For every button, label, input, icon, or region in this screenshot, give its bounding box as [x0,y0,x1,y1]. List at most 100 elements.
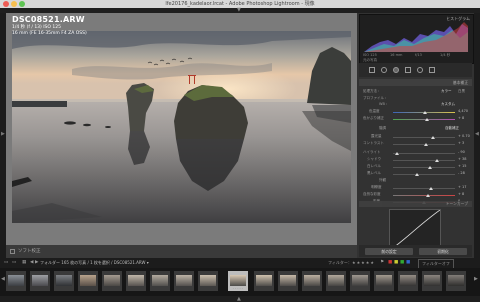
filmstrip-thumbnail[interactable] [126,271,146,291]
color-label-red[interactable]: ■ [388,259,392,267]
filmstrip[interactable]: ◀ ▶ ••••• [0,268,480,296]
filmstrip-thumbnail[interactable] [150,271,170,291]
wb-value[interactable]: カスタム [441,102,455,107]
screen-2-icon[interactable]: ▭ [12,259,16,267]
histogram-graph [364,22,468,52]
grid-view-icon[interactable]: ▦ [22,259,26,267]
chevron-right-icon: ▶ [1,131,5,137]
clarity-value[interactable]: + 17 [458,185,467,189]
filter-label: フィルター： [328,260,352,265]
toolbar: ソフト校正 [6,245,357,258]
shadows-slider[interactable] [393,160,455,161]
spot-removal-tool-icon[interactable] [381,67,387,73]
tone-auto-button[interactable]: 自動補正 [445,126,459,131]
filmstrip-thumbnail[interactable] [54,271,74,291]
exposure-slider[interactable] [393,137,455,138]
shadows-value[interactable]: + 38 [458,157,467,161]
contrast-label: コントラスト [363,141,384,145]
develop-right-panel: ヒストグラム ISO 125 16 mm f/13 1/4 秒 元の写真 基本補… [357,13,474,258]
filmstrip-thumbnail[interactable] [198,271,218,291]
filmstrip-thumbnail-selected[interactable]: ••••• [228,271,248,291]
reset-button[interactable]: 初期化 [419,248,467,255]
chevron-up-icon: ▲ [237,296,241,302]
radial-filter-tool-icon[interactable] [417,67,423,73]
tint-label: 色かぶり補正 [363,116,384,120]
nav-back-icon[interactable]: ◀ [30,259,33,267]
tint-value[interactable]: + 8 [458,116,464,120]
main-photo[interactable] [12,31,351,223]
whites-slider[interactable] [393,167,455,168]
histogram[interactable]: ヒストグラム ISO 125 16 mm f/13 1/4 秒 元の写真 [359,14,474,64]
exposure-label: 露光量 [371,134,382,138]
tint-slider[interactable] [393,119,455,120]
filmstrip-thumbnail[interactable] [254,271,274,291]
tone-curve-title: トーンカーブ [445,201,468,206]
treatment-bw-option[interactable]: 白黒 [458,89,465,94]
tone-curve-line [390,210,440,250]
color-label-green[interactable]: ■ [400,259,404,267]
filmstrip-thumbnail[interactable] [174,271,194,291]
whites-value[interactable]: + 15 [458,164,467,168]
treatment-label: 処理方法 : [363,89,380,93]
flag-filter-icon[interactable]: ⚑ [380,259,384,267]
blacks-slider[interactable] [393,174,455,175]
filmstrip-thumbnail[interactable] [78,271,98,291]
soft-proof-checkbox[interactable] [10,249,15,254]
exposure-value[interactable]: + 0.70 [458,134,470,138]
graduated-filter-tool-icon[interactable] [405,67,411,73]
filmstrip-scroll-left-icon[interactable]: ◀ [1,276,5,282]
adjustment-brush-tool-icon[interactable] [429,67,435,73]
filmstrip-thumbnail[interactable] [30,271,50,291]
clarity-label: 明瞭度 [371,185,382,189]
shadows-label: シャドウ [367,157,381,161]
filmstrip-thumbnail[interactable] [446,271,466,291]
blacks-value[interactable]: - 28 [458,171,465,175]
filmstrip-scroll-right-icon[interactable]: ▶ [474,276,478,282]
screen-1-icon[interactable]: ▭ [4,259,8,267]
highlights-slider[interactable] [393,153,455,154]
vibrance-slider-knob[interactable] [426,194,430,197]
tint-slider-knob[interactable] [425,118,429,121]
red-eye-tool-icon[interactable] [393,67,399,73]
rating-filter-stars[interactable]: ★★★★★ [352,259,375,267]
histogram-aperture: f/13 [415,53,422,57]
vibrance-slider[interactable] [393,195,455,196]
vibrance-value[interactable]: + 8 [458,192,464,196]
nav-forward-icon[interactable]: ▶ [35,259,38,267]
highlights-slider-knob[interactable] [395,152,399,155]
filmstrip-thumbnail[interactable] [278,271,298,291]
temp-value[interactable]: 4,470 [458,109,468,113]
presence-label: 外観 [379,178,386,182]
color-label-yellow[interactable]: ■ [394,259,398,267]
right-panel-toggle[interactable]: ◀ [474,13,480,258]
bottom-panel-toggle[interactable]: ▲ [0,296,480,302]
shadows-slider-knob[interactable] [435,159,439,162]
filmstrip-thumbnail[interactable] [302,271,322,291]
filmstrip-header: ▭ ▭ ▦ ◀ ▶ フォルダー 165 枚の写真 / 1 枚を選択 / DSC0… [0,258,480,269]
filmstrip-thumbnail[interactable] [326,271,346,291]
filmstrip-thumbnail[interactable] [398,271,418,291]
crop-tool-icon[interactable] [369,67,375,73]
basic-section-header[interactable]: 基本補正 [359,79,472,86]
clarity-slider[interactable] [393,188,455,189]
blacks-slider-knob[interactable] [415,173,419,176]
contrast-value[interactable]: + 3 [458,141,464,145]
color-label-blue[interactable]: ■ [406,259,410,267]
filmstrip-thumbnail[interactable] [102,271,122,291]
previous-settings-button[interactable]: 前の設定 [365,248,413,255]
tool-strip [359,63,472,77]
treatment-color-option[interactable]: カラー [441,89,452,94]
filmstrip-thumbnail[interactable] [422,271,442,291]
temp-slider-knob[interactable] [423,111,427,114]
tone-curve-section-header[interactable]: トーンカーブ [359,201,472,207]
photo-lens-info: 16 mm (FE 16-35mm F4 ZA OSS) [12,30,87,36]
whites-slider-knob[interactable] [428,166,432,169]
filmstrip-source-path[interactable]: フォルダー 165 枚の写真 / 1 枚を選択 / DSC08521.ARW ▾ [40,258,149,268]
highlights-value[interactable]: - 90 [458,150,465,154]
contrast-slider-knob[interactable] [424,143,428,146]
clarity-slider-knob[interactable] [429,187,433,190]
filmstrip-thumbnail[interactable] [350,271,370,291]
exposure-slider-knob[interactable] [431,136,435,139]
filmstrip-thumbnail[interactable] [374,271,394,291]
filmstrip-thumbnail[interactable] [6,271,26,291]
